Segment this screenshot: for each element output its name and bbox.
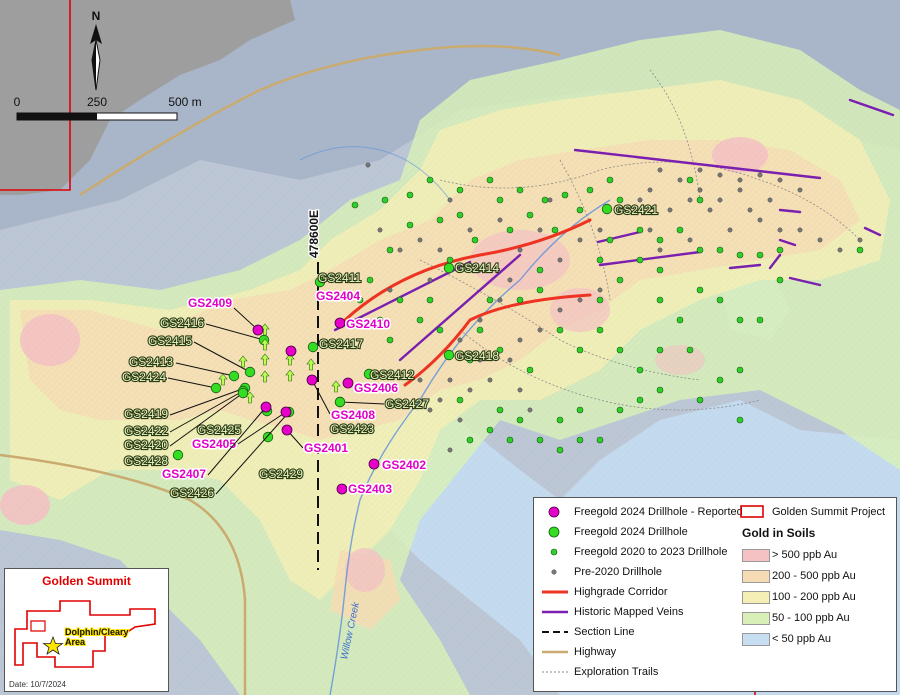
soil-swatch-icon [742, 633, 770, 646]
north-arrow-icon [90, 24, 102, 91]
legend-item-label: Freegold 2024 Drillhole [574, 526, 688, 538]
inset-date: Date: 10/7/2024 [9, 680, 66, 689]
legend-item-label: Highway [574, 646, 617, 658]
legend: Freegold 2024 Drillhole - Reported Freego… [533, 497, 897, 692]
section-label: 478600E [307, 210, 321, 258]
scale-label-500: 500 m [168, 95, 201, 109]
purple-line-icon [540, 604, 568, 620]
soil-legend-label: > 500 ppb Au [772, 549, 838, 561]
north-label: N [92, 9, 101, 23]
map-canvas: GS2421 GS2414 GS2411 GS2416 GS2415 GS2413 GS24… [0, 0, 900, 695]
magenta-dot-icon [540, 504, 568, 520]
soil-legend-label: < 50 ppb Au [772, 633, 832, 645]
legend-project: Golden Summit Project [734, 504, 894, 520]
legend-item-label: Pre-2020 Drillhole [574, 566, 663, 578]
inset-area-label: Dolphin/Cleary Area [65, 627, 131, 647]
soil-legend-label: 50 - 100 ppb Au [772, 612, 850, 624]
soil-legend-label: 200 - 500 ppb Au [772, 570, 856, 582]
location-inset: Golden Summit Dolphin/Cleary Area Date: … [4, 568, 169, 692]
scale-bar: 0 250 500 m [14, 95, 202, 121]
soil-legend-item: > 500 ppb Au [734, 547, 894, 563]
legend-item-label: Historic Mapped Veins [574, 606, 684, 618]
scale-label-250: 250 [87, 95, 107, 109]
red-line-icon [540, 584, 568, 600]
soil-legend-item: 200 - 500 ppb Au [734, 568, 894, 584]
soil-legend-item: < 50 ppb Au [734, 631, 894, 647]
soil-swatch-icon [742, 570, 770, 583]
green-dot-icon [540, 524, 568, 540]
legend-project-label: Golden Summit Project [772, 506, 886, 518]
soil-swatch-icon [742, 549, 770, 562]
dotted-line-icon [540, 664, 568, 680]
legend-item-label: Section Line [574, 626, 635, 638]
soil-swatch-icon [742, 612, 770, 625]
creek-label: Willow Creek [339, 600, 362, 660]
legend-item-label: Freegold 2024 Drillhole - Reported [574, 506, 743, 518]
soil-swatch-icon [742, 591, 770, 604]
inset-parcel [30, 620, 46, 632]
inset-map: Dolphin/Cleary Area [14, 600, 156, 668]
soil-legend-label: 100 - 200 ppb Au [772, 591, 856, 603]
dashed-line-icon [540, 624, 568, 640]
soils-title: Gold in Soils [742, 526, 816, 540]
legend-item-label: Highgrade Corridor [574, 586, 668, 598]
scale-label-0: 0 [14, 95, 21, 109]
soil-legend-item: 50 - 100 ppb Au [734, 610, 894, 626]
legend-item-label: Freegold 2020 to 2023 Drillhole [574, 546, 728, 558]
grey-dot-icon [540, 564, 568, 580]
small-green-dot-icon [540, 544, 568, 560]
project-boundary-icon [738, 504, 766, 520]
tan-line-icon [540, 644, 568, 660]
legend-item-label: Exploration Trails [574, 666, 659, 678]
star-icon [42, 635, 64, 655]
soil-legend-item: 100 - 200 ppb Au [734, 589, 894, 605]
